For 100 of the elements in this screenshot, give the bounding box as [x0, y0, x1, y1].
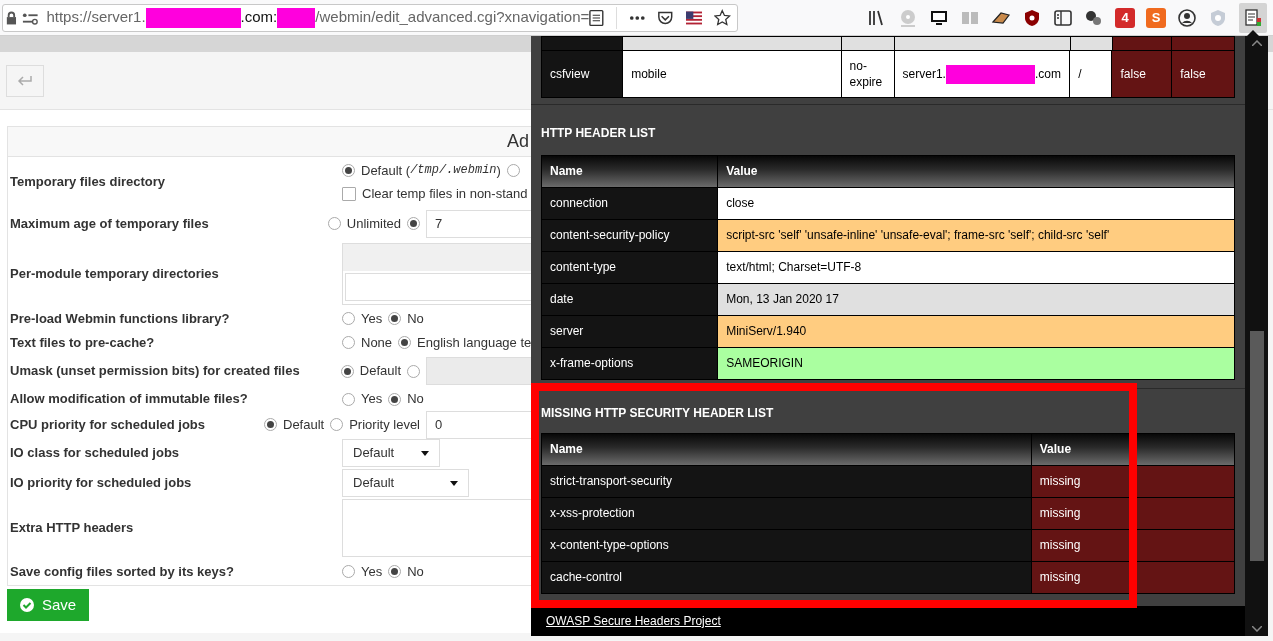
field-label: Temporary files directory — [9, 173, 167, 192]
input-field[interactable]: 7 — [426, 209, 531, 238]
reader-view-icon[interactable] — [589, 8, 604, 27]
sidebar-icon[interactable] — [1053, 7, 1073, 28]
star-icon[interactable] — [714, 8, 731, 27]
table-cell — [1172, 37, 1234, 50]
field-label: Text files to pre-cache? — [9, 333, 156, 352]
account-icon[interactable] — [1177, 7, 1197, 28]
field-label: IO priority for scheduled jobs — [9, 474, 193, 493]
cell-text: server1. — [902, 65, 946, 83]
scroll-down-icon — [1251, 626, 1262, 632]
field-label: IO class for scheduled jobs — [9, 444, 181, 463]
pocket-icon[interactable] — [657, 9, 674, 26]
option-label: Default ( — [361, 161, 411, 180]
option-label: No — [407, 562, 424, 581]
more-icon[interactable] — [628, 14, 646, 21]
input-field[interactable]: 0 — [426, 410, 531, 439]
column-header: Name — [541, 155, 718, 188]
url-text: https://server1. — [46, 7, 146, 28]
radio-button[interactable] — [407, 217, 420, 230]
cell-text: .com — [1034, 65, 1061, 83]
radio-button[interactable] — [506, 163, 520, 177]
radio-button[interactable] — [342, 336, 355, 349]
field-label: Per-module temporary directories — [9, 264, 220, 283]
owasp-link[interactable]: OWASP Secure Headers Project — [546, 611, 721, 630]
option-label: No — [407, 390, 424, 409]
table-cell: mobile — [623, 51, 841, 97]
check-circle-icon — [19, 598, 34, 612]
radio-button[interactable] — [340, 364, 354, 378]
section-title: HTTP HEADER LIST — [541, 124, 657, 142]
radio-button[interactable] — [388, 565, 402, 578]
dropdown-value: Default — [353, 474, 395, 493]
lock-icon — [5, 9, 18, 26]
dropdown[interactable]: Default — [342, 469, 469, 497]
radio-button[interactable] — [342, 163, 355, 177]
option-label: No — [407, 309, 424, 328]
url-bar[interactable]: https://server1. .com: /webmin/edit_advanced.cgi?xnavigation= — [2, 3, 738, 32]
radio-button[interactable] — [388, 312, 402, 325]
option-label: Default — [359, 362, 401, 381]
caret-icon — [450, 480, 458, 486]
table-cell: x-content-type-options — [541, 529, 1032, 562]
option-label: Clear temp files in non-stand — [362, 185, 528, 203]
option-label: Unlimited — [346, 214, 401, 233]
table-cell: MiniServ/1.940 — [717, 315, 1235, 348]
option-label: Yes — [361, 390, 383, 409]
field-label: Pre-load Webmin functions library? — [9, 309, 231, 328]
radio-button[interactable] — [330, 418, 344, 431]
checkbox[interactable] — [342, 186, 356, 201]
table-cell: Mon, 13 Jan 2020 17 — [717, 283, 1235, 316]
popup-arrow-icon — [1247, 30, 1259, 36]
table-cell: x-xss-protection — [541, 497, 1032, 530]
radio-button[interactable] — [342, 565, 355, 578]
redaction-mark — [277, 7, 316, 28]
option-label: ) — [496, 161, 501, 180]
radio-button[interactable] — [342, 392, 355, 406]
radio-button[interactable] — [264, 418, 277, 431]
section-title: MISSING HTTP SECURITY HEADER LIST — [541, 404, 775, 422]
field-label: Umask (unset permission bits) for created files — [9, 362, 301, 381]
scrollbar-thumb[interactable] — [1249, 331, 1264, 561]
table-cell: text/html; Charset=UTF-8 — [717, 251, 1235, 284]
radio-button[interactable] — [342, 312, 355, 325]
permissions-icon — [21, 10, 39, 25]
path-text: /tmp/.webmin — [410, 162, 497, 180]
column-header: Value — [717, 155, 1235, 188]
extension-icon[interactable]: 4 — [1115, 7, 1135, 28]
table-cell: close — [717, 187, 1235, 220]
column-header: Name — [541, 433, 1032, 466]
table-cell: x-frame-options — [541, 347, 718, 380]
document-icon[interactable] — [1243, 7, 1263, 28]
field-label: Allow modification of immutable files? — [9, 390, 249, 409]
table-cell — [842, 37, 894, 50]
option-label: None — [361, 333, 393, 352]
radio-button[interactable] — [327, 217, 341, 230]
field-label: CPU priority for scheduled jobs — [9, 415, 207, 434]
table-cell — [1070, 37, 1112, 50]
option-label: Priority level — [349, 415, 420, 434]
form-title: Ad — [506, 130, 529, 153]
table-cell: SAMEORIGIN — [717, 347, 1235, 380]
table-cell: strict-transport-security — [541, 465, 1032, 498]
table-cell: script-src 'self' 'unsafe-inline' 'unsafe-eval'; frame-src 'self'; child-src 'self' — [717, 219, 1235, 252]
dropdown[interactable]: Default — [342, 439, 440, 467]
field-label: Maximum age of temporary files — [9, 214, 210, 233]
table-cell: no-expire — [841, 51, 894, 97]
radio-button[interactable] — [388, 392, 402, 406]
return-icon — [17, 74, 33, 87]
option-label: Yes — [361, 309, 383, 328]
radio-button[interactable] — [398, 336, 412, 349]
radio-button[interactable] — [407, 364, 420, 378]
table-cell: cache-control — [541, 561, 1032, 594]
table-cell: content-security-policy — [541, 219, 718, 252]
table-cell: csfview — [542, 51, 623, 97]
scroll-up-icon — [1251, 40, 1262, 46]
dropdown-value: Default — [353, 444, 395, 463]
table-cell: server — [541, 315, 718, 348]
option-label: Default — [283, 415, 325, 434]
table-cell — [1112, 37, 1172, 50]
flag-icon[interactable] — [685, 10, 703, 25]
option-label: Yes — [361, 562, 383, 581]
field-label: Extra HTTP headers — [9, 519, 135, 538]
shield-icon[interactable] — [1022, 7, 1042, 28]
